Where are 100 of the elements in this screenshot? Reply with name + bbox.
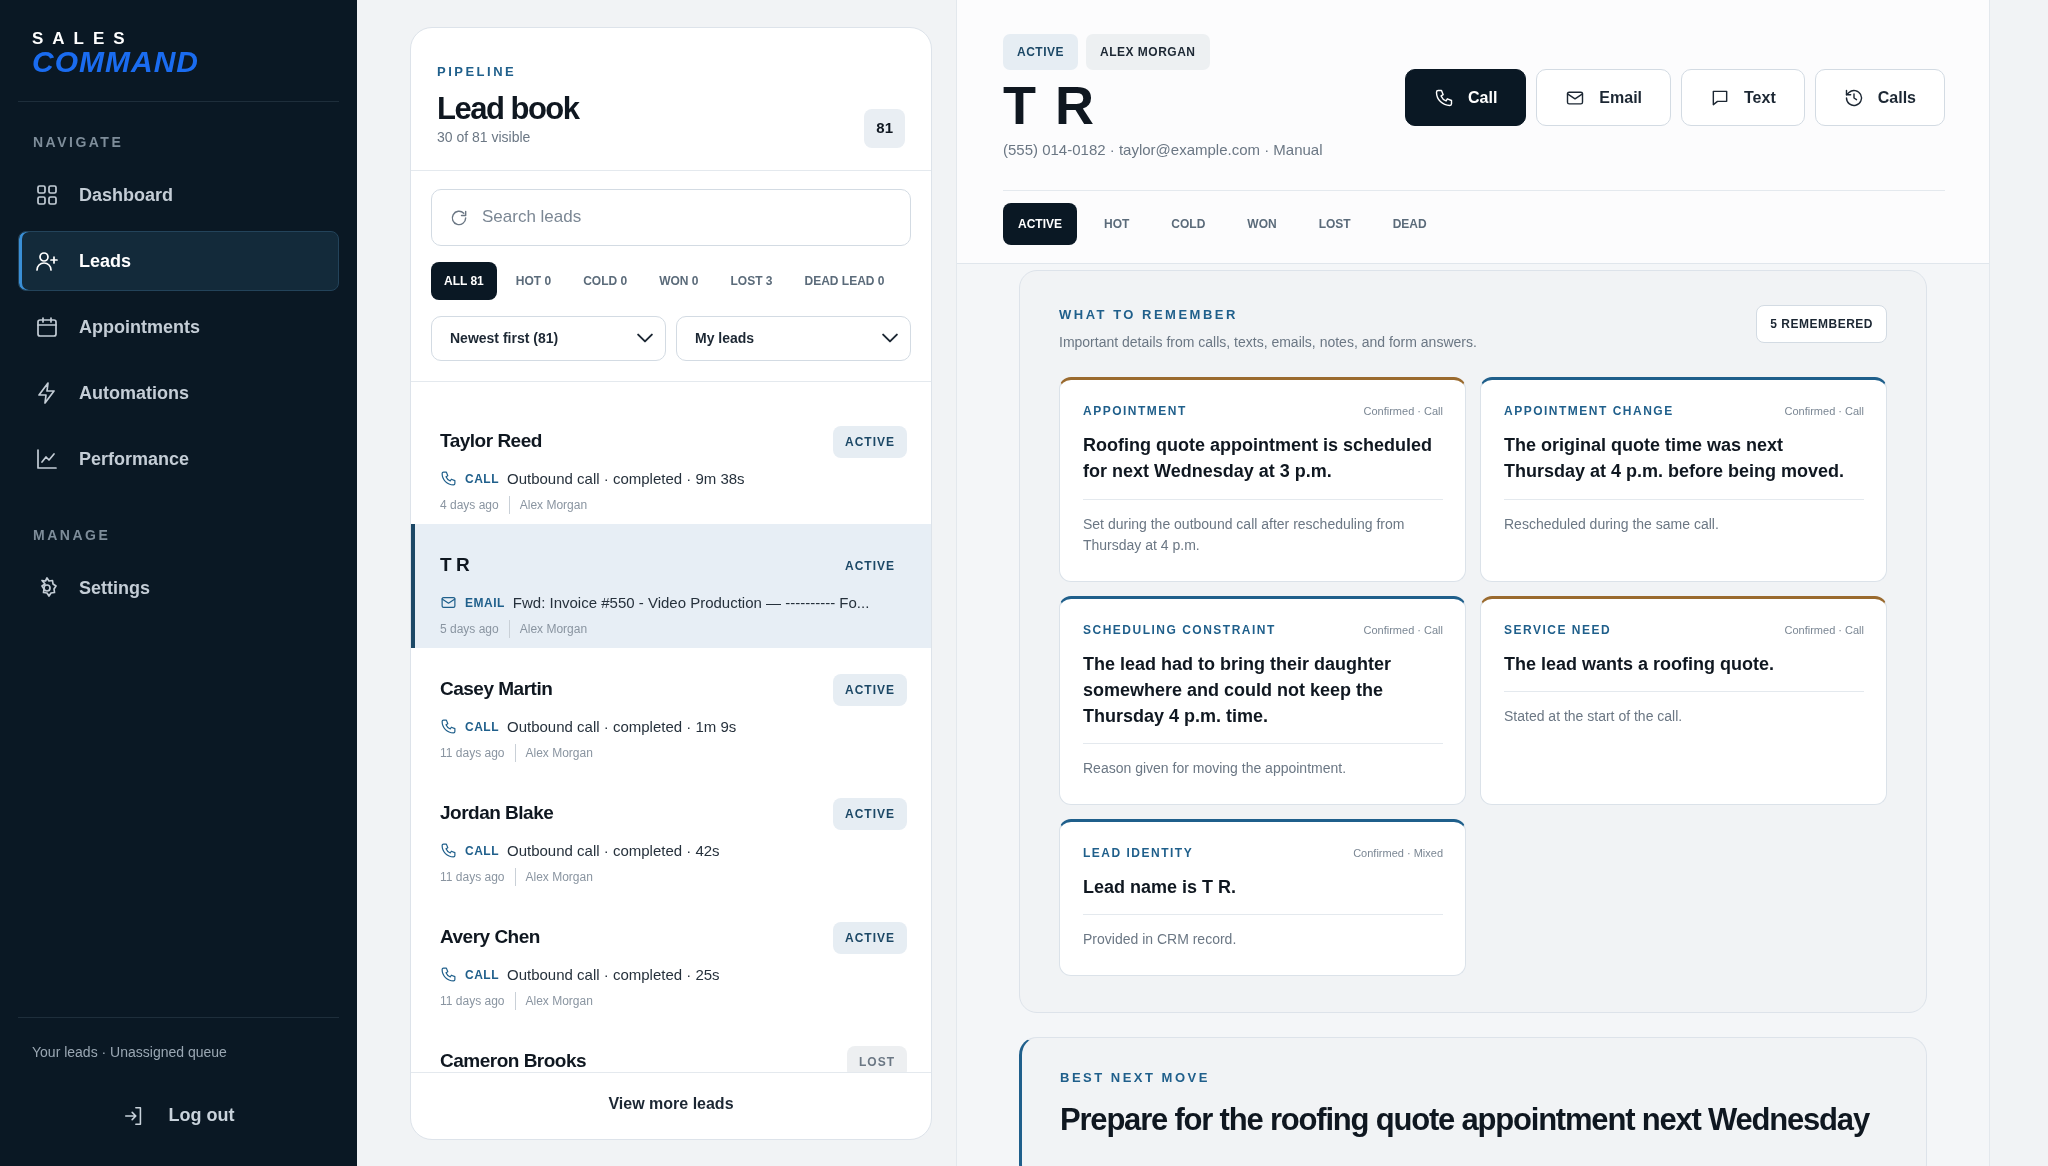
lead-row[interactable]: Cameron Brooks LOST: [411, 1019, 931, 1072]
view-more-button[interactable]: View more leads: [602, 1091, 740, 1117]
grid-icon: [35, 183, 59, 207]
action-button[interactable]: Calls: [1814, 69, 1945, 126]
nav-item[interactable]: Appointments: [18, 297, 339, 357]
status-badge: ACTIVE: [833, 797, 907, 830]
status-badge: ACTIVE: [833, 425, 907, 458]
stage-tab[interactable]: LOST: [1303, 202, 1366, 245]
owner-name: Alex Morgan: [519, 497, 588, 515]
phone-icon: [440, 718, 457, 736]
lead-name: Jordan Blake: [440, 801, 554, 826]
stage-tab[interactable]: ACTIVE: [1003, 202, 1077, 245]
filter-tab[interactable]: COLD 0: [570, 261, 641, 300]
category-label: APPOINTMENT: [1083, 403, 1187, 421]
memory-fact: The lead wants a roofing quote.: [1504, 650, 1864, 693]
section-description: Important details from calls, texts, emails, notes, and form answers.: [1059, 333, 1477, 353]
lead-name: Cameron Brooks: [440, 1049, 587, 1072]
source-label: Confirmed · Call: [1363, 622, 1443, 638]
user-plus-icon: [35, 249, 59, 273]
tag: ALEX MORGAN: [1086, 34, 1210, 70]
time-ago: 11 days ago: [440, 745, 505, 763]
logo-text: COMMAND: [32, 47, 199, 77]
filter-tab[interactable]: WON 0: [646, 261, 712, 300]
next-move-headline: Prepare for the roofing quote appointment next Wednesday: [1060, 1101, 1869, 1140]
lead-row[interactable]: Jordan Blake ACTIVE CALL Outbound call · completed · 42s 11 days ago Alex Morgan: [411, 771, 931, 896]
memory-fact: Lead name is T R.: [1083, 873, 1443, 915]
channel-label: CALL: [465, 470, 499, 488]
memory-note: Set during the outbound call after rescheduling from Thursday at 4 p.m.: [1083, 514, 1406, 556]
status-badge: ACTIVE: [833, 673, 907, 706]
memory-note: Provided in CRM record.: [1083, 930, 1238, 949]
line-chart-icon: [35, 447, 59, 471]
category-label: LEAD IDENTITY: [1083, 844, 1194, 862]
stage-tab[interactable]: WON: [1232, 202, 1292, 245]
lead-row[interactable]: Avery Chen ACTIVE CALL Outbound call · completed · 25s 11 days ago Alex Morgan: [411, 895, 931, 1020]
action-button[interactable]: Text: [1681, 69, 1805, 126]
dropdown[interactable]: Newest first (81): [431, 315, 666, 361]
source-label: Confirmed · Call: [1784, 404, 1864, 420]
lead-name: Casey Martin: [440, 677, 553, 702]
time-ago: 11 days ago: [440, 993, 505, 1011]
filter-tab[interactable]: HOT 0: [502, 261, 565, 300]
owner-name: Alex Morgan: [525, 745, 593, 763]
nav-item[interactable]: Settings: [18, 558, 339, 618]
logo-text: SALES: [32, 30, 134, 47]
section-label: BEST NEXT MOVE: [1060, 1068, 1211, 1087]
memory-fact: The lead had to bring their daughter somewhere and could not keep the Thursday 4 p.m. time.: [1083, 650, 1443, 745]
memory-note: Rescheduled during the same call.: [1504, 514, 1720, 534]
nav-item[interactable]: Dashboard: [18, 165, 339, 225]
category-label: SERVICE NEED: [1504, 621, 1612, 639]
time-ago: 5 days ago: [440, 621, 499, 639]
calendar-icon: [35, 315, 59, 339]
activity-summary: Outbound call · completed · 1m 9s: [507, 716, 737, 737]
memory-fact: Roofing quote appointment is scheduled for next Wednesday at 3 p.m.: [1083, 432, 1443, 500]
phone-icon: [440, 842, 457, 860]
chevron-down-icon: [637, 333, 653, 344]
lead-row[interactable]: Casey Martin ACTIVE CALL Outbound call · completed · 1m 9s 11 days ago Alex Morgan: [411, 647, 931, 772]
history-icon: [1843, 87, 1864, 108]
channel-label: EMAIL: [465, 594, 505, 612]
channel-label: CALL: [465, 718, 499, 736]
action-button[interactable]: Email: [1536, 69, 1672, 126]
owner-name: Alex Morgan: [525, 869, 593, 887]
status-badge: ACTIVE: [833, 921, 907, 954]
time-ago: 11 days ago: [440, 869, 505, 887]
owner-name: Alex Morgan: [525, 993, 593, 1011]
lead-name: Taylor Reed: [440, 429, 542, 454]
stage-tab[interactable]: HOT: [1089, 202, 1145, 245]
stage-tab[interactable]: COLD: [1156, 202, 1221, 245]
dropdown[interactable]: My leads: [676, 315, 911, 361]
section-label: WHAT TO REMEMBER: [1059, 305, 1239, 324]
source-label: Confirmed · Call: [1784, 622, 1864, 638]
section-label: PIPELINE: [437, 63, 518, 81]
action-button[interactable]: Call: [1405, 69, 1527, 126]
stage-tab[interactable]: DEAD: [1377, 202, 1442, 245]
nav-item[interactable]: Leads: [18, 231, 339, 291]
contact-details: (555) 014-0182 · taylor@example.com · Manual: [1003, 140, 1323, 161]
filter-tab[interactable]: DEAD LEAD 0: [791, 261, 898, 300]
queue-caption: Your leads · Unassigned queue: [32, 1043, 228, 1062]
visible-count: 30 of 81 visible: [437, 127, 532, 147]
phone-icon: [440, 470, 457, 488]
channel-label: CALL: [465, 966, 499, 984]
lead-row[interactable]: T R ACTIVE EMAIL Fwd: Invoice #550 - Video Production — ---------- Fo... 5 days ago Alex Morgan: [411, 523, 931, 648]
count-badge: 81: [864, 109, 905, 148]
nav-item[interactable]: Automations: [18, 363, 339, 423]
logout-button[interactable]: Log out: [116, 1101, 241, 1130]
source-label: Confirmed · Mixed: [1353, 845, 1443, 861]
lead-name: Avery Chen: [440, 925, 540, 950]
status-label: ACTIVE: [844, 557, 896, 575]
search-field[interactable]: Search leads: [431, 188, 911, 246]
panel-title: Lead book: [437, 89, 579, 127]
filter-tab[interactable]: ALL 81: [431, 261, 497, 300]
filter-tab[interactable]: LOST 3: [717, 261, 786, 300]
lead-row[interactable]: Taylor Reed ACTIVE CALL Outbound call · completed · 9m 38s 4 days ago Alex Morgan: [411, 399, 931, 524]
time-ago: 4 days ago: [440, 497, 499, 515]
channel-label: CALL: [465, 842, 499, 860]
phone-icon: [440, 966, 457, 984]
owner-name: Alex Morgan: [519, 621, 588, 639]
nav-item[interactable]: Performance: [18, 429, 339, 489]
memory-note: Reason given for moving the appointment.: [1083, 759, 1348, 779]
section-title: MANAGE: [32, 526, 112, 545]
chevron-down-icon: [882, 333, 898, 344]
memory-note: Stated at the start of the call.: [1504, 707, 1684, 727]
